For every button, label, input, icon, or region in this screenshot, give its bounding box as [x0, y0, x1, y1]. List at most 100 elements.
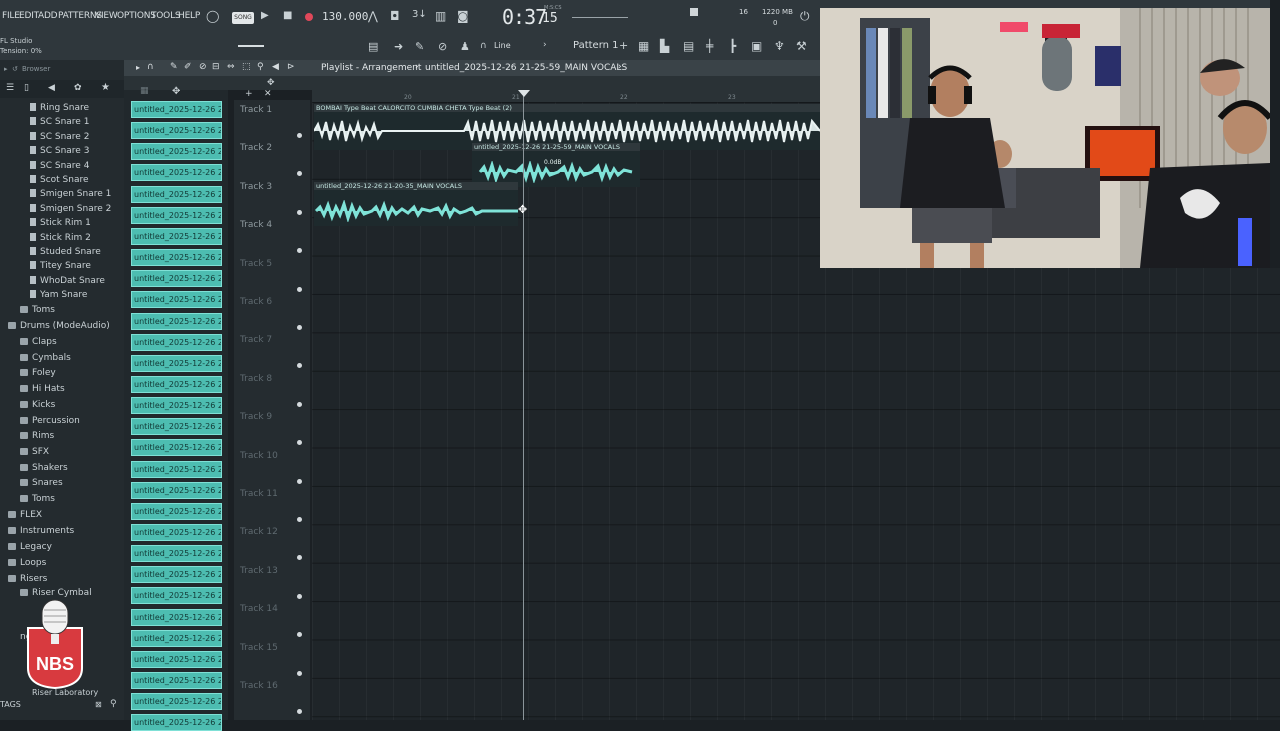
clip-list-item[interactable]: untitled_2025-12-26 21-... — [131, 545, 222, 563]
track-name-2[interactable]: Track 2 — [240, 143, 272, 153]
browser-item-sc-snare-2[interactable]: SC Snare 2 — [30, 130, 89, 145]
browser-item-sc-snare-4[interactable]: SC Snare 4 — [30, 159, 89, 174]
browser-item-scot-snare[interactable]: Scot Snare — [30, 173, 89, 188]
menu-options[interactable]: OPTIONS — [117, 11, 156, 21]
clip-list-item[interactable]: untitled_2025-12-26 21-... — [131, 227, 222, 245]
blend-notes-icon[interactable]: ▥ — [435, 9, 446, 23]
clip-list-item[interactable]: untitled_2025-12-26 21-... — [131, 650, 222, 668]
playhead[interactable] — [523, 90, 524, 720]
clip-list-item[interactable]: untitled_2025-12-26 21-... — [131, 608, 222, 626]
track-mute-led-11[interactable] — [297, 517, 302, 522]
browser-item-smigen-snare-1[interactable]: Smigen Snare 1 — [30, 187, 111, 202]
browser-item-hi-hats[interactable]: Hi Hats — [20, 382, 65, 397]
tempo-tapper-icon[interactable]: ♆ — [774, 39, 785, 53]
clip-list-item[interactable]: untitled_2025-12-26 21-... — [131, 629, 222, 647]
browser-item-risers[interactable]: Risers — [8, 572, 47, 587]
track-mute-led-16[interactable] — [297, 709, 302, 714]
browser-item-shakers[interactable]: Shakers — [20, 461, 68, 476]
select-tool-icon[interactable]: ⬚ — [242, 62, 251, 72]
track-name-5[interactable]: Track 5 — [240, 259, 272, 269]
slip-tool-icon[interactable]: ⇔ — [227, 62, 235, 72]
loop-record-icon[interactable]: ◯ — [206, 9, 219, 23]
browser-item-whodat-snare[interactable]: WhoDat Snare — [30, 274, 105, 289]
track-mute-led-10[interactable] — [297, 478, 302, 484]
tools-icon[interactable]: ⚒ — [796, 39, 807, 53]
browser-back-icon[interactable]: ↺ — [12, 65, 18, 73]
playlist-menu-icon[interactable]: ▸ — [136, 63, 140, 72]
browser-tree-icon[interactable]: ┣ — [729, 39, 736, 53]
browser-item-kicks[interactable]: Kicks — [20, 398, 55, 413]
browser-item-percussion[interactable]: Percussion — [20, 414, 80, 429]
menu-help[interactable]: HELP — [178, 11, 200, 21]
clip-list-item[interactable]: untitled_2025-12-26 21-... — [131, 185, 222, 203]
browser-item-yam-snare[interactable]: Yam Snare — [30, 288, 87, 303]
delete-tool-icon[interactable]: ⊘ — [199, 62, 207, 72]
piano-roll-icon[interactable]: ▙ — [660, 39, 669, 53]
track-name-10[interactable]: Track 10 — [240, 451, 278, 461]
zoom-tool-icon[interactable]: ⚲ — [257, 62, 264, 72]
track-name-3[interactable]: Track 3 — [240, 182, 272, 192]
close-tags-icon[interactable]: ⊠ — [95, 700, 102, 709]
magnet-icon[interactable]: ∩ — [480, 41, 487, 51]
file-icon[interactable]: ▯ — [24, 83, 29, 93]
track-mute-led-3[interactable] — [297, 209, 302, 215]
plugin-db-icon[interactable]: ✿ — [74, 83, 82, 93]
menu-add[interactable]: ADD — [38, 11, 58, 21]
clip-list-item[interactable]: untitled_2025-12-26 21-... — [131, 587, 222, 605]
folder-view-icon[interactable]: ☰ — [6, 83, 14, 93]
clip-list-item[interactable]: untitled_2025-12-26 21-... — [131, 143, 222, 161]
metronome-icon[interactable]: ⋀ — [368, 9, 378, 23]
clip-list-item[interactable]: untitled_2025-12-26 21-... — [131, 481, 222, 499]
master-volume-slider[interactable] — [572, 17, 628, 18]
browser-item-legacy[interactable]: Legacy — [8, 540, 52, 555]
browser-item-foley[interactable]: Foley — [20, 366, 56, 381]
track-name-12[interactable]: Track 12 — [240, 527, 278, 537]
track-name-11[interactable]: Track 11 — [240, 489, 278, 499]
pattern-selector[interactable]: Pattern 1 — [573, 40, 619, 51]
timeline-ruler[interactable] — [312, 90, 820, 102]
clip-list-item[interactable]: untitled_2025-12-26 21-... — [131, 524, 222, 541]
browser-item-rims[interactable]: Rims — [20, 429, 54, 444]
arrow-right-icon[interactable]: ➜ — [394, 40, 403, 53]
track-name-8[interactable]: Track 8 — [240, 374, 272, 384]
track-name-16[interactable]: Track 16 — [240, 681, 278, 691]
track-name-15[interactable]: Track 15 — [240, 643, 278, 653]
browser-item-loops[interactable]: Loops — [8, 556, 46, 571]
browser-item-stick-rim-1[interactable]: Stick Rim 1 — [30, 216, 91, 231]
browser-item-snares[interactable]: Snares — [20, 476, 63, 491]
pencil-icon[interactable]: ✎ — [415, 40, 424, 53]
browser-item-studed-snare[interactable]: Studed Snare — [30, 245, 101, 260]
chevron-right-icon[interactable]: › — [543, 40, 547, 50]
browser-item-instruments[interactable]: Instruments — [8, 524, 74, 539]
track-name-14[interactable]: Track 14 — [240, 604, 278, 614]
track-name-4[interactable]: Track 4 — [240, 220, 272, 230]
track-mute-led-1[interactable] — [297, 133, 302, 138]
clip-list-item[interactable]: untitled_2025-12-26 21-... — [131, 672, 222, 690]
speaker-icon[interactable]: ◀ — [48, 83, 55, 93]
browser-item-flex[interactable]: FLEX — [8, 508, 42, 523]
track-mute-led-15[interactable] — [297, 670, 302, 676]
clip-list-item[interactable]: untitled_2025-12-26 21-... — [131, 375, 222, 393]
add-track-icon[interactable]: + — [245, 89, 253, 99]
clip-list-item[interactable]: untitled_2025-12-26 21-... — [131, 270, 222, 288]
clip-list-item[interactable]: untitled_2025-12-26 21-... — [131, 164, 222, 182]
clip-list-item[interactable]: untitled_2025-12-26 21-... — [131, 566, 222, 584]
record-icon[interactable] — [305, 13, 313, 21]
browser-item-sc-snare-1[interactable]: SC Snare 1 — [30, 115, 89, 130]
clip-list-item[interactable]: untitled_2025-12-26 21-... — [131, 333, 222, 351]
pitch-slider[interactable] — [238, 45, 264, 47]
snap-mode-select[interactable]: Line — [494, 41, 511, 50]
stop-icon[interactable]: ■ — [283, 10, 292, 21]
clip-list-item[interactable]: untitled_2025-12-26 21-... — [131, 693, 222, 711]
browser-item-cymbals[interactable]: Cymbals — [20, 351, 71, 366]
clip-list-zoom-icon[interactable]: ✥ — [172, 86, 180, 97]
clip-list-item[interactable]: untitled_2025-12-26 21-... — [131, 439, 222, 457]
time-display[interactable]: 0:37 — [502, 5, 547, 29]
play-icon[interactable]: ▶ — [261, 10, 269, 21]
browser-item-toms[interactable]: Toms — [20, 492, 55, 507]
browser-item-smigen-snare-2[interactable]: Smigen Snare 2 — [30, 202, 111, 217]
close-icon[interactable]: ✕ — [264, 89, 272, 99]
audio-clip-vocals-3[interactable]: untitled_2025-12-26 21-20-35_MAIN VOCALS — [314, 182, 518, 226]
browser-menu-icon[interactable]: ▸ — [4, 65, 8, 73]
countdown-icon[interactable]: 3↓ — [412, 9, 427, 20]
